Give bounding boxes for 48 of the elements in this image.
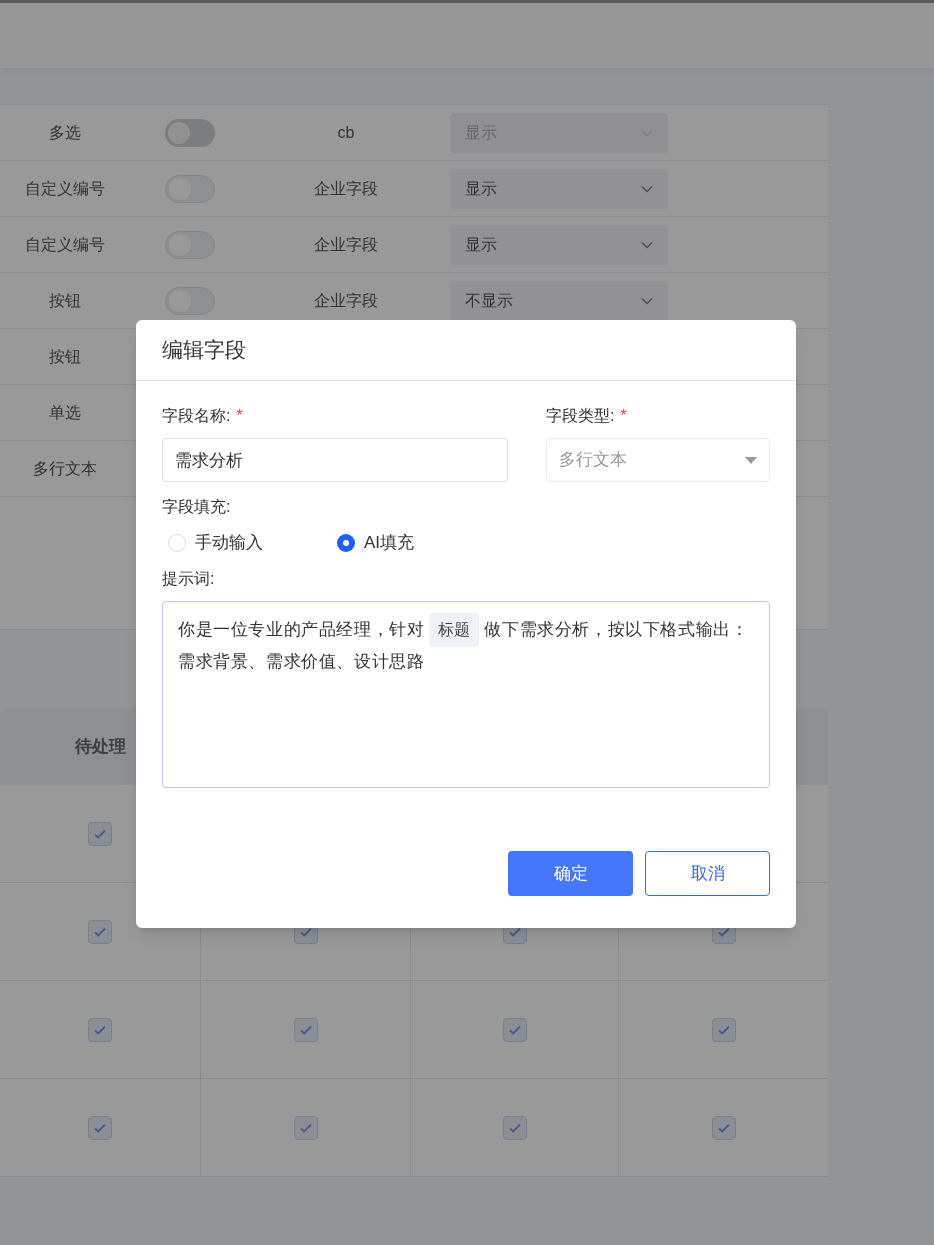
required-mark: * <box>620 406 627 426</box>
field-label: 字段名称: <box>162 406 231 426</box>
field-name: 按钮 <box>49 290 81 311</box>
field-name: 按钮 <box>49 346 81 367</box>
name-input[interactable]: 需求分析 <box>162 438 508 482</box>
display-select[interactable]: 不显示 <box>450 280 668 321</box>
checkbox[interactable] <box>293 1115 318 1140</box>
prompt-text: 需求背景、需求价值、设计思路 <box>178 651 425 674</box>
radio-label: 手动输入 <box>195 532 263 555</box>
prompt-text: 做下需求分析，按以下格式输出： <box>484 619 749 642</box>
prompt-textarea[interactable]: 你是一位专业的产品经理，针对 标题 做下需求分析，按以下格式输出： 需求背景、需求价值、设计思路 <box>162 601 770 788</box>
confirm-button[interactable]: 确定 <box>508 851 633 896</box>
field-name: 多选 <box>49 122 81 143</box>
field-name: 自定义编号 <box>25 234 105 255</box>
checkbox[interactable] <box>88 821 112 846</box>
field-name: 单选 <box>49 402 81 423</box>
variable-tag[interactable]: 标题 <box>429 613 480 647</box>
dialog-title: 编辑字段 <box>162 337 246 364</box>
field-type: 企业字段 <box>314 234 378 255</box>
chevron-down-icon <box>641 184 653 193</box>
required-mark: * <box>236 406 243 426</box>
checkbox[interactable] <box>711 1017 736 1042</box>
checkbox[interactable] <box>502 1115 527 1140</box>
chevron-down-icon <box>641 240 653 249</box>
radio-label: AI填充 <box>364 532 415 555</box>
prompt-text: 你是一位专业的产品经理，针对 <box>178 619 425 642</box>
field-type: 企业字段 <box>314 178 378 199</box>
cancel-button[interactable]: 取消 <box>645 851 770 896</box>
checkbox[interactable] <box>88 1115 112 1140</box>
checkbox[interactable] <box>502 1017 527 1042</box>
field-type: cb <box>337 122 355 143</box>
chevron-down-icon <box>641 296 653 305</box>
display-select[interactable]: 显示 <box>450 224 668 265</box>
field-label: 字段类型: <box>546 406 615 426</box>
field-name: 多行文本 <box>33 458 97 479</box>
field-label: 提示词: <box>162 569 215 589</box>
display-select[interactable]: 显示 <box>450 168 668 209</box>
radio-button[interactable] <box>168 534 186 552</box>
column-header: 待处理 <box>74 735 126 758</box>
field-type: 企业字段 <box>314 290 378 311</box>
field-label: 字段填充: <box>162 497 231 517</box>
caret-down-icon <box>745 456 757 464</box>
checkbox[interactable] <box>711 1115 736 1140</box>
checkbox[interactable] <box>293 1017 318 1042</box>
field-name: 自定义编号 <box>25 178 105 199</box>
checkbox[interactable] <box>88 919 112 944</box>
radio-button[interactable] <box>337 534 355 552</box>
checkbox[interactable] <box>88 1017 112 1042</box>
